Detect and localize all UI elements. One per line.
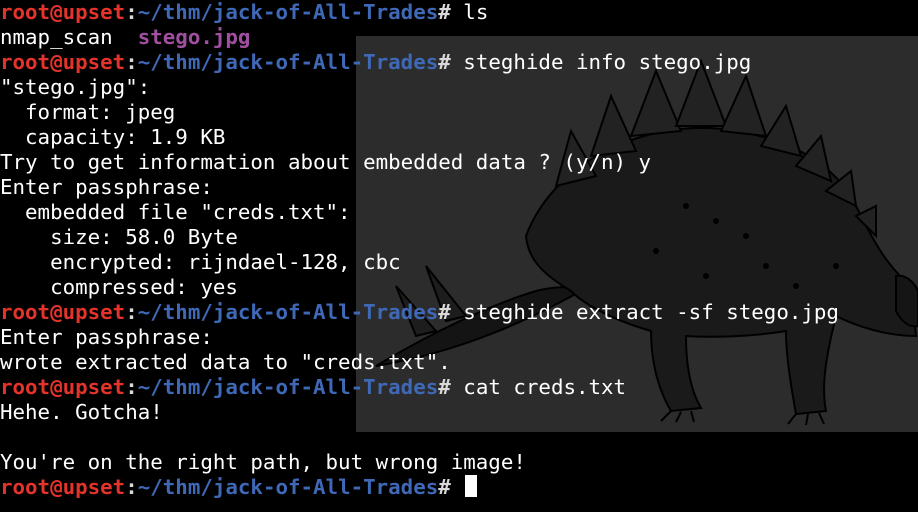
prompt-user-host: root@upset	[0, 0, 126, 24]
command-text: ls	[463, 0, 489, 24]
command-text: steghide extract -sf stego.jpg	[463, 300, 839, 324]
output-line: wrote extracted data to "creds.txt".	[0, 350, 451, 374]
output-line: embedded file "creds.txt":	[0, 200, 351, 224]
prompt-symbol: #	[438, 300, 464, 324]
prompt-separator: :	[125, 300, 138, 324]
prompt-user-host: root@upset	[0, 50, 126, 74]
prompt-separator: :	[125, 375, 138, 399]
output-line: capacity: 1.9 KB	[0, 125, 226, 149]
file-entry-image: stego.jpg	[137, 25, 251, 49]
prompt-symbol: #	[438, 0, 464, 24]
prompt-symbol: #	[438, 375, 464, 399]
output-line: size: 58.0 Byte	[0, 225, 238, 249]
prompt-separator: :	[125, 475, 138, 499]
prompt-line: root@upset:~/thm/jack-of-All-Trades# ls	[0, 0, 918, 25]
prompt-path: ~/thm/jack-of-All-Trades	[137, 475, 439, 499]
ls-output-line: nmap_scan stego.jpg	[0, 25, 918, 50]
prompt-path: ~/thm/jack-of-All-Trades	[137, 300, 439, 324]
prompt-path: ~/thm/jack-of-All-Trades	[137, 375, 439, 399]
output-line: You're on the right path, but wrong imag…	[0, 450, 526, 474]
active-prompt-line[interactable]: root@upset:~/thm/jack-of-All-Trades#	[0, 475, 918, 500]
command-text: steghide info stego.jpg	[463, 50, 752, 74]
prompt-line: root@upset:~/thm/jack-of-All-Trades# cat…	[0, 375, 918, 400]
terminal-window[interactable]: root@upset:~/thm/jack-of-All-Trades# ls …	[0, 0, 918, 512]
prompt-user-host: root@upset	[0, 300, 126, 324]
terminal-output: root@upset:~/thm/jack-of-All-Trades# ls …	[0, 0, 918, 500]
terminal-cursor[interactable]	[465, 475, 478, 497]
prompt-user-host: root@upset	[0, 375, 126, 399]
output-line: encrypted: rijndael-128, cbc	[0, 250, 401, 274]
prompt-symbol: #	[438, 475, 464, 499]
file-gap	[113, 25, 138, 49]
prompt-symbol: #	[438, 50, 464, 74]
output-line: "stego.jpg":	[0, 75, 151, 99]
prompt-separator: :	[125, 50, 138, 74]
output-line: Enter passphrase:	[0, 175, 213, 199]
output-line: Enter passphrase:	[0, 325, 213, 349]
output-line: format: jpeg	[0, 100, 176, 124]
prompt-path: ~/thm/jack-of-All-Trades	[137, 0, 439, 24]
prompt-user-host: root@upset	[0, 475, 126, 499]
prompt-line: root@upset:~/thm/jack-of-All-Trades# ste…	[0, 300, 918, 325]
prompt-separator: :	[125, 0, 138, 24]
output-line: compressed: yes	[0, 275, 238, 299]
output-line: Try to get information about embedded da…	[0, 150, 652, 174]
file-entry: nmap_scan	[0, 25, 113, 49]
prompt-path: ~/thm/jack-of-All-Trades	[137, 50, 439, 74]
command-text: cat creds.txt	[463, 375, 627, 399]
prompt-line: root@upset:~/thm/jack-of-All-Trades# ste…	[0, 50, 918, 75]
output-line: Hehe. Gotcha!	[0, 400, 163, 424]
